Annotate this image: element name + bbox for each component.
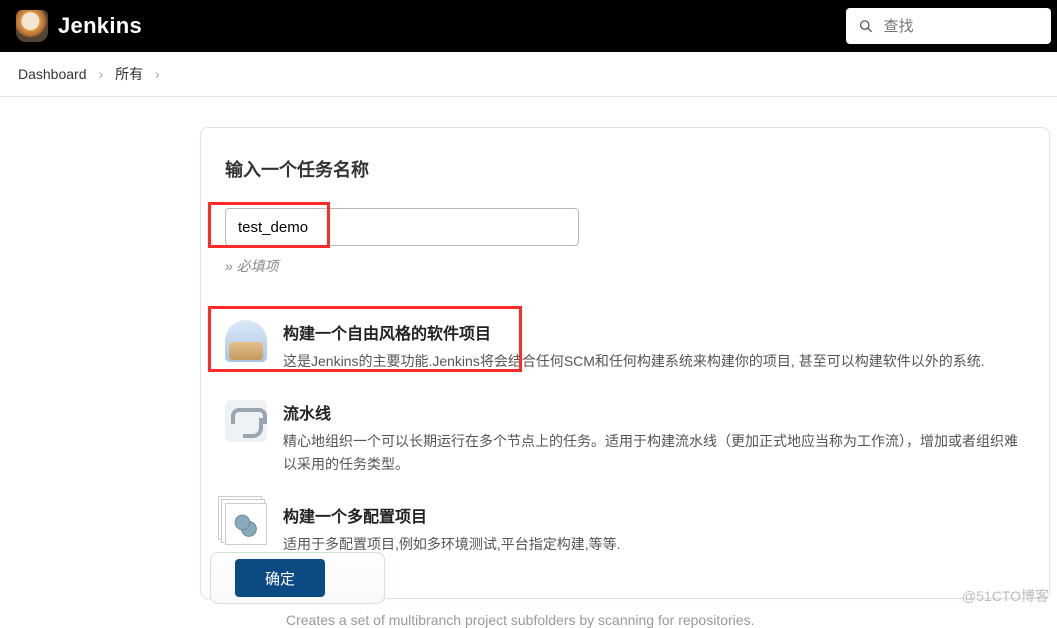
breadcrumb-dashboard[interactable]: Dashboard [18, 66, 87, 82]
folder-desc-fragment: Creates a set of multibranch project sub… [286, 612, 754, 628]
item-type-freestyle[interactable]: 构建一个自由风格的软件项目 这是Jenkins的主要功能.Jenkins将会结合… [225, 306, 1025, 386]
pipeline-icon [225, 400, 267, 442]
breadcrumb-all[interactable]: 所有 [115, 64, 143, 84]
search-box[interactable] [846, 8, 1051, 44]
item-type-list: 构建一个自由风格的软件项目 这是Jenkins的主要功能.Jenkins将会结合… [225, 306, 1025, 570]
item-desc: 适用于多配置项目,例如多环境测试,平台指定构建,等等. [283, 533, 1025, 555]
logo-wrap[interactable]: Jenkins [16, 10, 142, 42]
submit-bar: 确定 [210, 552, 385, 604]
item-name-input[interactable] [225, 208, 579, 246]
top-bar: Jenkins [0, 0, 1057, 52]
item-title: 构建一个自由风格的软件项目 [283, 320, 1025, 344]
jenkins-logo-icon [16, 10, 48, 42]
create-item-panel: 输入一个任务名称 » 必填项 构建一个自由风格的软件项目 这是Jenkins的主… [200, 127, 1050, 599]
search-input[interactable] [883, 18, 1039, 35]
item-desc: 这是Jenkins的主要功能.Jenkins将会结合任何SCM和任何构建系统来构… [283, 350, 1025, 372]
item-type-pipeline[interactable]: 流水线 精心地组织一个可以长期运行在多个节点上的任务。适用于构建流水线（更加正式… [225, 386, 1025, 489]
brand-name: Jenkins [58, 13, 142, 39]
required-hint: » 必填项 [225, 256, 1025, 276]
search-icon [858, 17, 873, 35]
chevron-right-icon: › [99, 66, 104, 82]
ok-button[interactable]: 确定 [235, 559, 325, 597]
form-heading: 输入一个任务名称 [225, 156, 1025, 182]
item-title: 构建一个多配置项目 [283, 503, 1025, 527]
freestyle-icon [225, 320, 267, 362]
watermark: @51CTO博客 [962, 586, 1049, 606]
breadcrumb: Dashboard › 所有 › [0, 52, 1057, 97]
chevron-right-icon: › [155, 66, 160, 82]
item-title: 流水线 [283, 400, 1025, 424]
item-desc: 精心地组织一个可以长期运行在多个节点上的任务。适用于构建流水线（更加正式地应当称… [283, 430, 1025, 475]
multiconfig-icon [225, 503, 267, 545]
